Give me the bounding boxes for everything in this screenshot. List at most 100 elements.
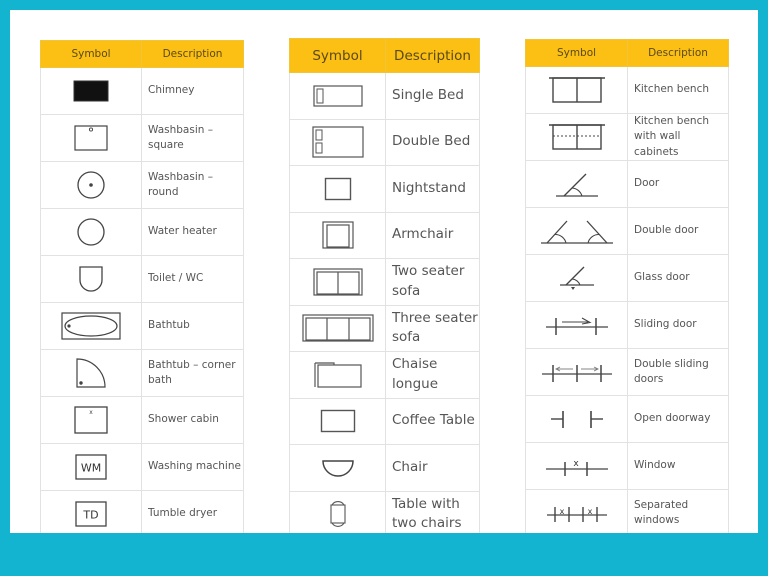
table-row: Washbasin – round: [40, 161, 244, 209]
row-label: Chaise longue: [385, 351, 480, 399]
table-row: Double sliding doors: [525, 348, 729, 396]
tumble-dryer-icon: TD: [75, 501, 107, 527]
door-icon: [555, 173, 598, 197]
doors-windows-symbols-table: Symbol Description Kitchen bench Kitchen…: [525, 39, 729, 533]
kitchen-bench-cabinets-icon: [548, 124, 605, 150]
row-label: Three seater sofa: [385, 304, 480, 352]
table-row: Sliding door: [525, 301, 729, 349]
table-header: Symbol Description: [525, 39, 729, 67]
symbols-panel: Symbol Description Chimney Washbasin – s…: [10, 10, 758, 533]
washbasin-round-icon: [77, 171, 105, 199]
svg-text:x: x: [559, 507, 564, 516]
coffee-table-icon: [320, 410, 355, 433]
table-header: Symbol Description: [289, 38, 480, 73]
table-row: xx Separated windows: [525, 489, 729, 533]
kitchen-bench-icon: [548, 77, 605, 103]
table-row: Washbasin – square: [40, 114, 244, 162]
svg-text:x: x: [587, 507, 592, 516]
bathtub-icon: [61, 312, 121, 340]
row-label: Window: [627, 442, 729, 490]
row-label: Nightstand: [385, 165, 480, 213]
row-label: Washbasin – square: [141, 114, 244, 162]
row-label: Open doorway: [627, 395, 729, 443]
table-row: Bathtub: [40, 302, 244, 350]
glass-door-icon: [559, 266, 594, 290]
row-label: Glass door: [627, 254, 729, 302]
svg-text:x: x: [89, 409, 93, 416]
row-label: Table with two chairs: [385, 490, 480, 533]
table-row: Glass door: [525, 254, 729, 302]
description-header: Description: [627, 39, 729, 67]
toilet-icon: [79, 266, 103, 292]
table-row: Bathtub – corner bath: [40, 349, 244, 397]
table-row: Toilet / WC: [40, 255, 244, 303]
row-label: Double Bed: [385, 118, 480, 166]
row-label: Door: [627, 160, 729, 208]
window-icon: x: [545, 459, 608, 476]
table-row: Door: [525, 160, 729, 208]
table-row: Chair: [289, 444, 480, 492]
table-header: Symbol Description: [40, 40, 244, 68]
row-label: Bathtub – corner bath: [141, 349, 244, 397]
row-label: Tumble dryer: [141, 490, 244, 533]
table-row: Chimney: [40, 67, 244, 115]
table-row: Two seater sofa: [289, 258, 480, 306]
table-row: x Window: [525, 442, 729, 490]
table-row: x Shower cabin: [40, 396, 244, 444]
description-header: Description: [141, 40, 244, 68]
washing-machine-icon: WM: [75, 454, 107, 480]
armchair-icon: [321, 221, 354, 249]
table-row: Water heater: [40, 208, 244, 256]
nightstand-icon: [324, 177, 351, 200]
table-row: Kitchen bench with wall cabinets: [525, 113, 729, 161]
row-label: Coffee Table: [385, 397, 480, 445]
row-label: Double door: [627, 207, 729, 255]
row-label: Kitchen bench with wall cabinets: [627, 113, 729, 161]
row-label: Kitchen bench: [627, 66, 729, 114]
description-header: Description: [385, 38, 480, 73]
separated-windows-icon: xx: [546, 507, 607, 522]
row-label: Chair: [385, 444, 480, 492]
row-label: Bathtub: [141, 302, 244, 350]
single-bed-icon: [312, 85, 363, 107]
row-label: Washbasin – round: [141, 161, 244, 209]
row-label: Double sliding doors: [627, 348, 729, 396]
shower-cabin-icon: x: [74, 406, 108, 434]
washbasin-square-icon: [74, 125, 108, 151]
row-label: Sliding door: [627, 301, 729, 349]
svg-text:x: x: [573, 459, 579, 469]
bathroom-symbols-table: Symbol Description Chimney Washbasin – s…: [40, 40, 244, 533]
row-label: Armchair: [385, 211, 480, 259]
table-row: Three seater sofa: [289, 304, 480, 352]
table-row: Kitchen bench: [525, 66, 729, 114]
table-row: Coffee Table: [289, 397, 480, 445]
sliding-door-icon: [545, 317, 608, 335]
two-seater-sofa-icon: [312, 268, 363, 296]
double-sliding-doors-icon: [541, 365, 612, 382]
table-row: Double Bed: [289, 118, 480, 166]
chaise-longue-icon: [313, 362, 362, 388]
row-label: Single Bed: [385, 72, 480, 120]
chimney-icon: [73, 80, 109, 102]
table-row: Chaise longue: [289, 351, 480, 399]
table-row: Single Bed: [289, 72, 480, 120]
table-row: Nightstand: [289, 165, 480, 213]
row-label: Chimney: [141, 67, 244, 115]
row-label: Toilet / WC: [141, 255, 244, 303]
furniture-symbols-table: Symbol Description Single Bed Double Bed…: [289, 38, 480, 533]
symbol-header: Symbol: [40, 40, 142, 68]
table-row: WM Washing machine: [40, 443, 244, 491]
table-row: TD Tumble dryer: [40, 490, 244, 533]
table-two-chairs-icon: [329, 501, 346, 528]
row-label: Two seater sofa: [385, 258, 480, 306]
row-label: Washing machine: [141, 443, 244, 491]
double-door-icon: [540, 220, 613, 244]
svg-text:TD: TD: [82, 509, 98, 522]
svg-text:WM: WM: [81, 462, 101, 475]
chair-icon: [321, 460, 354, 477]
double-bed-icon: [311, 126, 364, 158]
row-label: Shower cabin: [141, 396, 244, 444]
corner-bath-icon: [76, 358, 106, 388]
symbol-header: Symbol: [525, 39, 628, 67]
three-seater-sofa-icon: [301, 314, 374, 342]
